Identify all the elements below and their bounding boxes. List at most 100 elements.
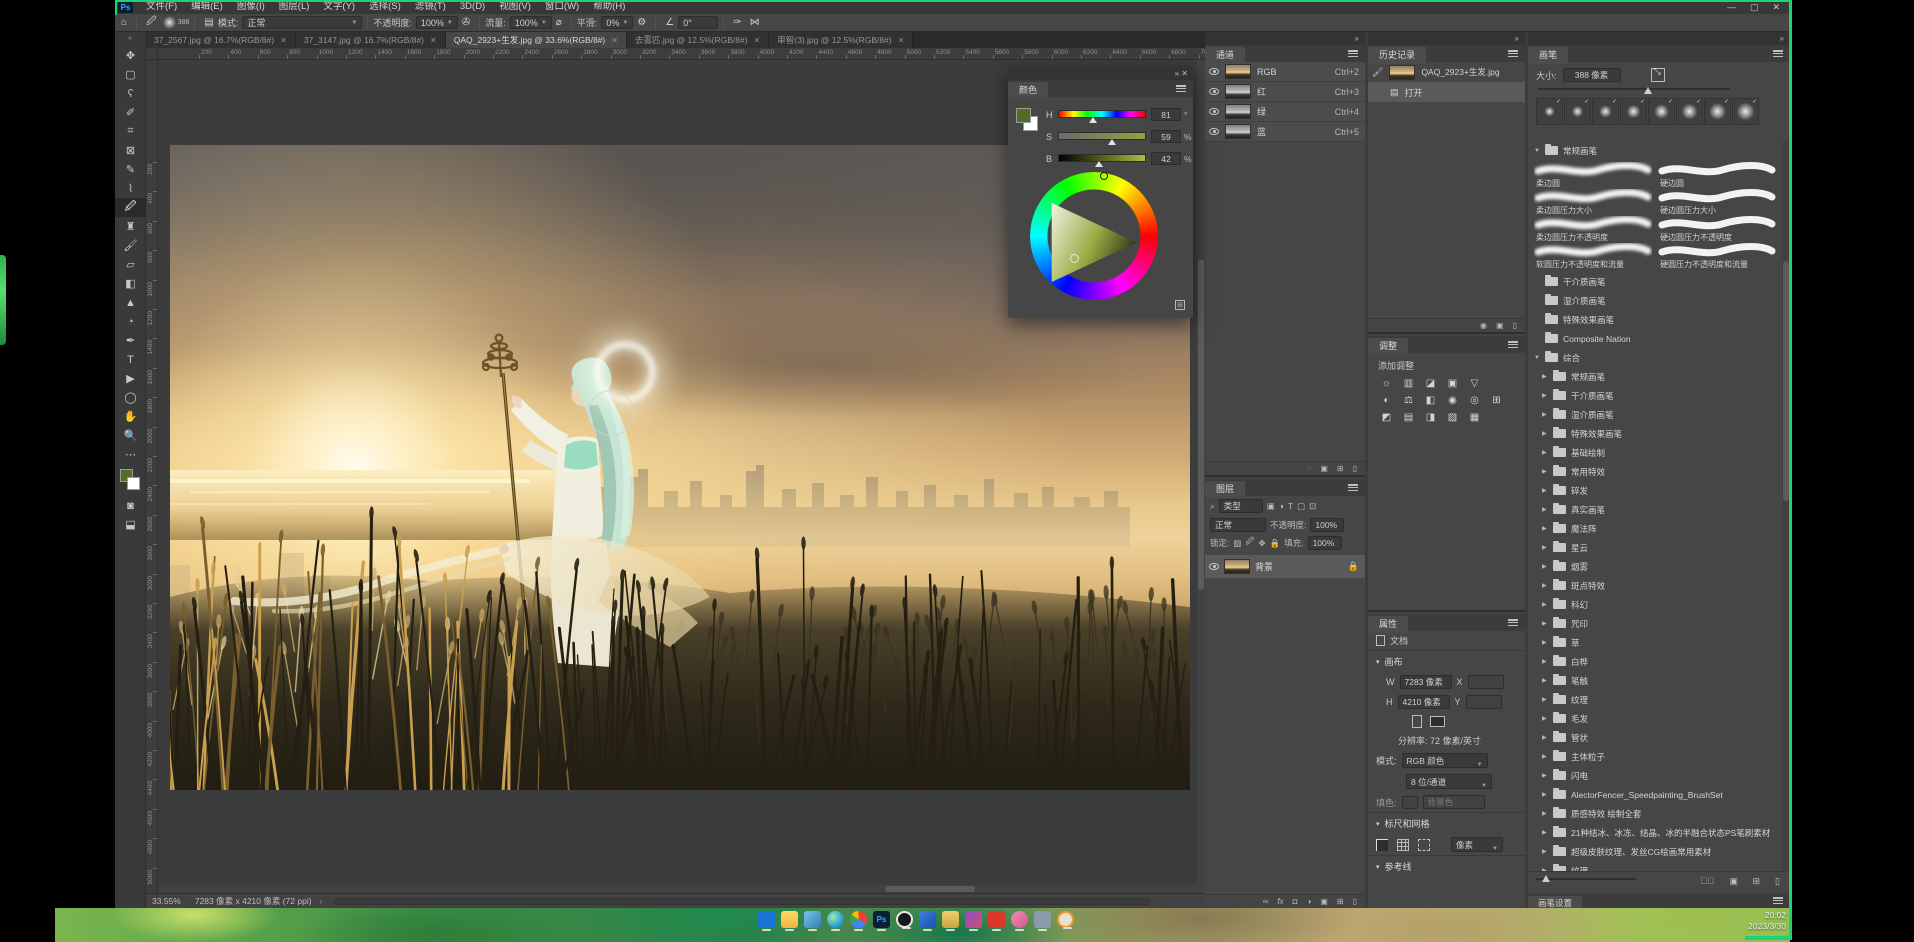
taskbar-icon-app-pink[interactable] xyxy=(1011,911,1028,928)
close-button[interactable]: ✕ xyxy=(1772,0,1780,14)
smoothing-field[interactable]: 0%▼ xyxy=(601,16,633,29)
gradient-tool[interactable]: ◧ xyxy=(115,274,146,293)
tab-adjustments[interactable]: 调整 xyxy=(1368,338,1408,355)
taskbar-icon-plane[interactable] xyxy=(1034,911,1051,928)
toolbar-expand-icon[interactable]: » xyxy=(115,32,145,46)
menu-4[interactable]: 文字(Y) xyxy=(316,0,362,14)
taskbar-icon-start[interactable] xyxy=(758,911,775,928)
canvas-vertical-scrollbar[interactable] xyxy=(1197,60,1205,893)
adjustment-icon-1-1[interactable]: ⚖ xyxy=(1402,395,1415,407)
brightness-slider[interactable] xyxy=(1058,154,1146,162)
toggle-rulers-icon[interactable] xyxy=(1376,839,1388,851)
guides-section-label[interactable]: 参考线 xyxy=(1385,860,1412,873)
history-menu-icon[interactable] xyxy=(1508,50,1518,57)
taskbar-icon-adobe-red[interactable] xyxy=(988,911,1005,928)
healing-brush-tool[interactable]: ⌇ xyxy=(115,179,146,198)
path-select-tool[interactable]: ▶ xyxy=(115,369,146,388)
color-panel-close-icon[interactable]: ✕ xyxy=(1181,69,1188,78)
adjustment-icon-0-3[interactable]: ▣ xyxy=(1446,378,1459,390)
brush-folder-sub-19[interactable]: ▶管状 xyxy=(1528,728,1782,747)
taskbar-icon-folder-tools[interactable] xyxy=(942,911,959,928)
frame-tool[interactable]: ⊠ xyxy=(115,141,146,160)
lock-paint-icon[interactable]: 🖉 xyxy=(1245,536,1254,550)
adjustment-icon-0-0[interactable]: ☼ xyxy=(1380,378,1393,390)
canvas-width-field[interactable]: 7283 像素 xyxy=(1400,675,1452,689)
brush-folder-sub-16[interactable]: ▶笔触 xyxy=(1528,671,1782,690)
layer-fill-field[interactable]: 100% xyxy=(1308,536,1342,550)
color-panel-collapse-icon[interactable]: » xyxy=(1175,69,1179,78)
properties-menu-icon[interactable] xyxy=(1508,619,1518,626)
brush-preset-柔边圆压力大小[interactable]: 柔边圆压力大小 xyxy=(1534,189,1652,216)
layer-group-icon[interactable]: ▣ xyxy=(1320,897,1328,908)
channel-eye-icon[interactable] xyxy=(1209,88,1219,95)
history-brush-tool[interactable]: 🖌 xyxy=(115,236,146,255)
layer-thumbnail[interactable] xyxy=(1224,559,1250,574)
brush-folder-sub-3[interactable]: ▶特殊效果画笔 xyxy=(1528,424,1782,443)
tab-history[interactable]: 历史记录 xyxy=(1368,47,1426,64)
type-tool[interactable]: T xyxy=(115,350,146,369)
taskbar-icon-search[interactable] xyxy=(1057,911,1074,928)
adjustment-icon-0-2[interactable]: ◪ xyxy=(1424,378,1437,390)
layers-menu-icon[interactable] xyxy=(1348,484,1358,491)
taskbar-icon-obs[interactable] xyxy=(896,911,913,928)
taskbar-icon-photos[interactable] xyxy=(804,911,821,928)
brush-preset-软圆压力不透明度和流量[interactable]: 软圆压力不透明度和流量 xyxy=(1534,243,1652,270)
blur-tool[interactable]: ▲ xyxy=(115,293,146,312)
taskbar-clock[interactable]: 20:02 2023/3/30 xyxy=(1748,910,1786,932)
tab-channels[interactable]: 通道 xyxy=(1205,47,1245,64)
taskbar-icon-edge[interactable] xyxy=(827,911,844,928)
brush-folder-sub-23[interactable]: ▶质感特效 绘制全套 xyxy=(1528,804,1782,823)
brush-folder-sub-6[interactable]: ▶碎发 xyxy=(1528,481,1782,500)
angle-field[interactable]: 0° xyxy=(678,16,718,29)
brush-tip-2[interactable]: ✓ xyxy=(1592,98,1619,125)
menu-1[interactable]: 编辑(E) xyxy=(184,0,230,14)
brush-folder-sub-10[interactable]: ▶烟雾 xyxy=(1528,557,1782,576)
tab-close-icon[interactable]: ✕ xyxy=(611,36,618,45)
background-color-swatch[interactable] xyxy=(127,477,140,490)
channel-eye-icon[interactable] xyxy=(1209,68,1219,75)
brush-folder-sub-7[interactable]: ▶真实画笔 xyxy=(1528,500,1782,519)
brush-preset-柔边圆[interactable]: 柔边圆 xyxy=(1534,162,1652,189)
brush-preset-硬边圆压力不透明度[interactable]: 硬边圆压力不透明度 xyxy=(1658,216,1776,243)
document-tab-3[interactable]: 去雾匹.jpg @ 12.5%(RGB/8#)✕ xyxy=(627,32,769,48)
save-selection-icon[interactable]: ▣ xyxy=(1320,464,1328,475)
new-document-from-state-icon[interactable]: ◉ xyxy=(1480,321,1487,332)
canvas-horizontal-scrollbar[interactable] xyxy=(158,885,1197,893)
photoshop-logo-icon[interactable]: Ps xyxy=(118,2,133,13)
document-tab-4[interactable]: 审智(3).jpg @ 12.5%(RGB/8#)✕ xyxy=(769,32,913,48)
brush-folder-sub-4[interactable]: ▶基础绘制 xyxy=(1528,443,1782,462)
brush-tip-5[interactable]: ✓ xyxy=(1676,98,1703,125)
document-tab-0[interactable]: 37_2567.jpg @ 16.7%(RGB/8#)✕ xyxy=(146,32,296,48)
airbrush-icon[interactable]: ⌀ xyxy=(556,17,562,28)
color-panel-resize-icon[interactable]: ⊞ xyxy=(1175,300,1185,310)
brush-folder-sub-24[interactable]: ▶21种结冰、冰冻、结晶、冰的半融合状态PS笔刷素材 xyxy=(1528,823,1782,842)
shape-tool[interactable]: ◯ xyxy=(115,388,146,407)
hue-slider[interactable] xyxy=(1058,110,1146,118)
adjustment-icon-2-0[interactable]: ◩ xyxy=(1380,412,1393,424)
brush-folder-sub-0[interactable]: ▶常规画笔 xyxy=(1528,367,1782,386)
tab-brush-settings[interactable]: 画笔设置 xyxy=(1528,896,1582,908)
brush-tip-3[interactable]: ✓ xyxy=(1620,98,1647,125)
history-step-open[interactable]: ▤ 打开 xyxy=(1368,82,1525,102)
menu-3[interactable]: 图层(L) xyxy=(272,0,317,14)
sat-value[interactable]: 59 xyxy=(1151,130,1181,143)
pressure-size-icon[interactable]: ✑ xyxy=(733,17,741,28)
brush-folder-sub-12[interactable]: ▶科幻 xyxy=(1528,595,1782,614)
adjustment-icon-1-3[interactable]: ◉ xyxy=(1446,395,1459,407)
mode-select[interactable]: 正常▼ xyxy=(242,16,362,29)
menu-2[interactable]: 图像(I) xyxy=(230,0,272,14)
brush-panel-toggle-icon[interactable]: ▤ xyxy=(204,17,213,28)
brush-folder-sub-15[interactable]: ▶白桦 xyxy=(1528,652,1782,671)
adjustment-icon-1-5[interactable]: ⊞ xyxy=(1490,395,1503,407)
brush-folder-sub-17[interactable]: ▶纹理 xyxy=(1528,690,1782,709)
toggle-guides-icon[interactable] xyxy=(1418,839,1430,851)
collapse-panels-icon[interactable]: » xyxy=(1205,32,1365,45)
new-brush-group-icon[interactable]: ▣ xyxy=(1729,876,1738,887)
canvas-height-field[interactable]: 4210 像素 xyxy=(1398,695,1450,709)
layer-search-icon[interactable]: ⌕ xyxy=(1210,501,1215,512)
brush-preview-icon[interactable] xyxy=(163,16,176,29)
menu-0[interactable]: 文件(F) xyxy=(139,0,184,14)
tab-color[interactable]: 颜色 xyxy=(1008,82,1048,99)
adjustment-icon-1-0[interactable]: ◐ xyxy=(1380,395,1393,407)
screen-mode-icon[interactable]: ⬓ xyxy=(115,515,146,534)
